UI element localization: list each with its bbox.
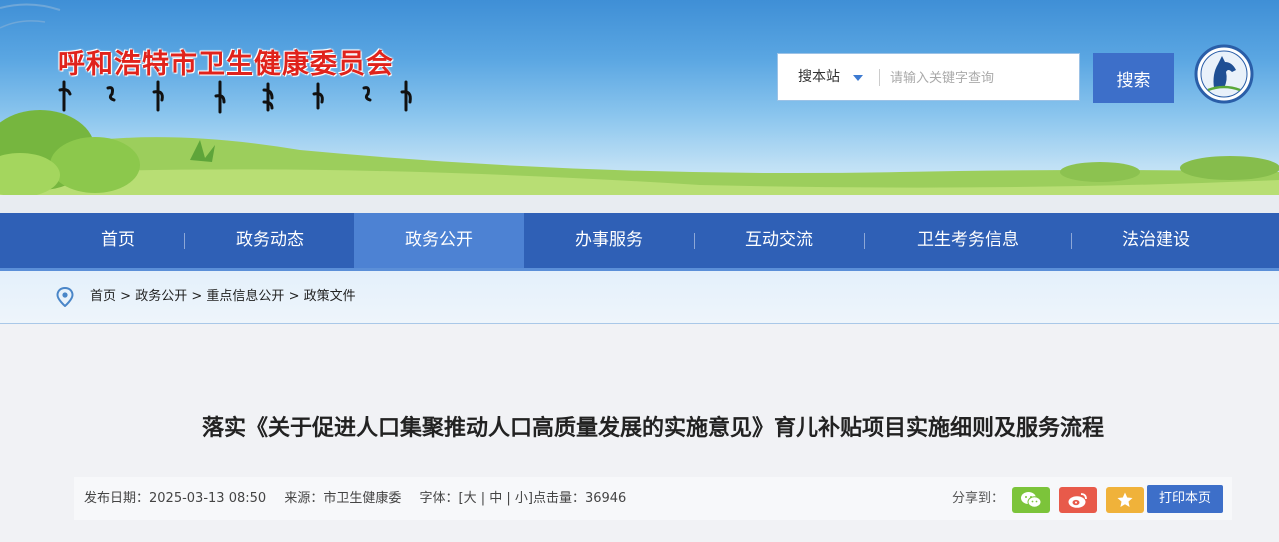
breadcrumb-key-info[interactable]: 重点信息公开 — [206, 289, 284, 304]
wechat-icon — [1021, 492, 1042, 508]
article-meta: 发布日期：2025-03-13 08:50 来源：市卫生健康委 字体：[大 | … — [84, 477, 626, 520]
breadcrumb: 首页 > 政务公开 > 重点信息公开 > 政策文件 — [0, 271, 1279, 324]
source-value: 市卫生健康委 — [323, 491, 402, 506]
breadcrumb-separator: > — [288, 289, 300, 304]
nav-divider — [1071, 233, 1072, 249]
site-title[interactable]: 呼和浩特市卫生健康委员会 — [58, 42, 394, 81]
source-label: 来源： — [284, 491, 324, 506]
nav-item-home[interactable]: 首页 — [48, 213, 188, 268]
font-size-options[interactable]: [大 | 中 | 小] — [459, 491, 533, 506]
clicks-value: 36946 — [584, 491, 627, 506]
search-box: 搜本站 — [777, 53, 1080, 101]
nav-item-services[interactable]: 办事服务 — [538, 213, 680, 268]
nav-item-gov-open[interactable]: 政务公开 — [354, 213, 524, 268]
chevron-down-icon[interactable] — [853, 75, 863, 81]
breadcrumb-trail: 首页 > 政务公开 > 重点信息公开 > 政策文件 — [90, 271, 356, 323]
breadcrumb-separator: > — [191, 289, 203, 304]
breadcrumb-policy-docs[interactable]: 政策文件 — [304, 289, 356, 304]
star-icon — [1117, 492, 1133, 507]
article-title: 落实《关于促进人口集聚推动人口高质量发展的实施意见》育儿补贴项目实施细则及服务流… — [201, 416, 1104, 441]
font-size-label: 字体： — [419, 491, 459, 506]
clicks-label: 点击量： — [532, 491, 585, 506]
source: 来源：市卫生健康委 — [284, 491, 401, 506]
location-pin-icon — [56, 287, 74, 307]
publish-date-value: 2025-03-13 08:50 — [149, 491, 267, 506]
breadcrumb-home[interactable]: 首页 — [90, 289, 116, 304]
publish-date-label: 发布日期： — [84, 491, 150, 506]
mongolian-script-title-image — [58, 80, 412, 114]
article-meta-bar: 发布日期：2025-03-13 08:50 来源：市卫生健康委 字体：[大 | … — [74, 477, 1232, 520]
font-size: 字体：[大 | 中 | 小] — [419, 491, 532, 506]
share-favorite-button[interactable] — [1106, 487, 1144, 513]
print-button[interactable]: 打印本页 — [1147, 485, 1223, 513]
nav-spacer — [0, 195, 1279, 213]
search-button[interactable]: 搜索 — [1093, 53, 1174, 103]
publish-date: 发布日期：2025-03-13 08:50 — [84, 491, 266, 506]
header-banner: 呼和浩特市卫生健康委员会 搜本站 搜索 — [0, 0, 1279, 195]
nav-item-rule-of-law[interactable]: 法治建设 — [1086, 213, 1226, 268]
share-weibo-button[interactable] — [1059, 487, 1097, 513]
share-label: 分享到： — [952, 491, 1005, 506]
breadcrumb-separator: > — [120, 289, 132, 304]
search-input[interactable] — [888, 62, 1072, 94]
share-wechat-button[interactable] — [1012, 487, 1050, 513]
nav-divider — [184, 233, 185, 249]
nav-divider — [864, 233, 865, 249]
weibo-icon — [1068, 493, 1087, 508]
nav-divider — [694, 233, 695, 249]
search-scope-select[interactable]: 搜本站 — [798, 54, 840, 100]
search-divider — [879, 69, 880, 86]
nav-item-interaction[interactable]: 互动交流 — [708, 213, 850, 268]
nav-item-exam-info[interactable]: 卫生考务信息 — [878, 213, 1058, 268]
nav-item-news[interactable]: 政务动态 — [200, 213, 340, 268]
breadcrumb-gov-open[interactable]: 政务公开 — [135, 289, 187, 304]
horse-emblem-logo-icon[interactable] — [1194, 44, 1254, 104]
main-nav: 首页 政务动态 政务公开 办事服务 互动交流 卫生考务信息 法治建设 — [0, 213, 1279, 271]
